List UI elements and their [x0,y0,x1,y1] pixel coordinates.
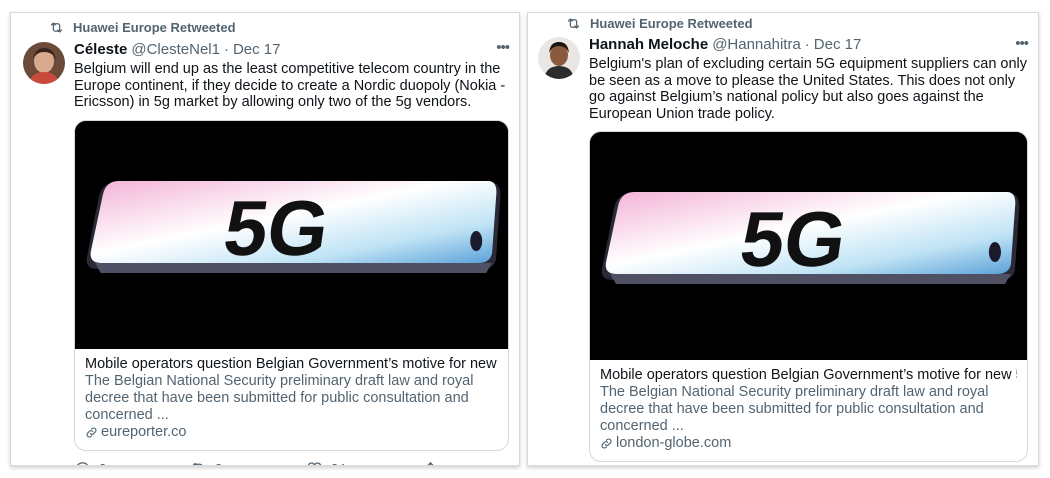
tweet-card[interactable]: Huawei Europe Retweeted ••• Hannah Meloc… [527,12,1039,466]
card-domain: london-globe.com [600,435,1017,452]
share-button[interactable] [422,460,447,465]
tweet-text: Belgium will end up as the least competi… [74,61,506,110]
tweet-date[interactable]: Dec 17 [233,41,281,59]
like-button[interactable]: 34 [306,460,422,466]
tweet-card[interactable]: Huawei Europe Retweeted ••• Céleste @Cle… [10,12,520,466]
retweet-count: 8 [215,461,222,466]
separator: · [223,41,229,58]
reply-icon [76,461,89,465]
tweet-header: Céleste @ClesteNel1 · Dec 17 [74,41,509,59]
card-domain-text: london-globe.com [616,435,732,451]
retweet-icon [567,18,580,29]
retweet-button[interactable]: 8 [190,460,306,466]
author-handle[interactable]: @Hannahitra [712,36,801,54]
card-image-text: 5G [219,184,335,272]
share-icon [427,461,434,465]
retweet-indicator: Huawei Europe Retweeted [49,20,236,35]
card-image-text: 5G [735,195,852,282]
tweet-actions: 2 8 34 [74,460,509,466]
author-name[interactable]: Céleste [74,41,127,59]
card-description: The Belgian National Security preliminar… [600,384,989,434]
tweet-header: Hannah Meloche @Hannahitra · Dec 17 [589,36,1028,54]
link-icon [86,427,97,437]
author-handle[interactable]: @ClesteNel1 [131,41,220,59]
avatar[interactable] [23,42,65,84]
retweet-indicator: Huawei Europe Retweeted [566,16,753,31]
retweet-icon [192,462,203,465]
card-image[interactable]: 5G [75,120,508,349]
reply-count: 2 [99,461,106,466]
retweet-label[interactable]: Huawei Europe Retweeted [73,20,236,35]
avatar-image [538,37,580,79]
retweet-label[interactable]: Huawei Europe Retweeted [590,16,753,31]
reply-button[interactable]: 2 [74,460,190,466]
avatar-image [23,42,65,84]
card-title: Mobile operators question Belgian Govern… [85,355,498,372]
card-domain: eureporter.co [85,424,498,441]
tweet-text: Belgium's plan of excluding certain 5G e… [589,56,1028,122]
card-domain-text: eureporter.co [101,423,187,440]
link-card[interactable]: 5G Mobile operators question Belgian Gov… [74,119,509,451]
like-count: 34 [331,461,345,466]
card-description: The Belgian National Security preliminar… [85,372,474,423]
card-image[interactable]: 5G [590,132,1027,360]
tweet-date[interactable]: Dec 17 [814,36,862,54]
link-card[interactable]: 5G Mobile operators question Belgian Gov… [589,131,1028,462]
author-name[interactable]: Hannah Meloche [589,36,708,54]
avatar[interactable] [538,37,580,79]
separator: · [804,36,810,53]
heart-icon [307,461,322,465]
retweet-icon [50,22,63,33]
link-icon [601,438,612,449]
card-title: Mobile operators question Belgian Govern… [600,367,1017,383]
